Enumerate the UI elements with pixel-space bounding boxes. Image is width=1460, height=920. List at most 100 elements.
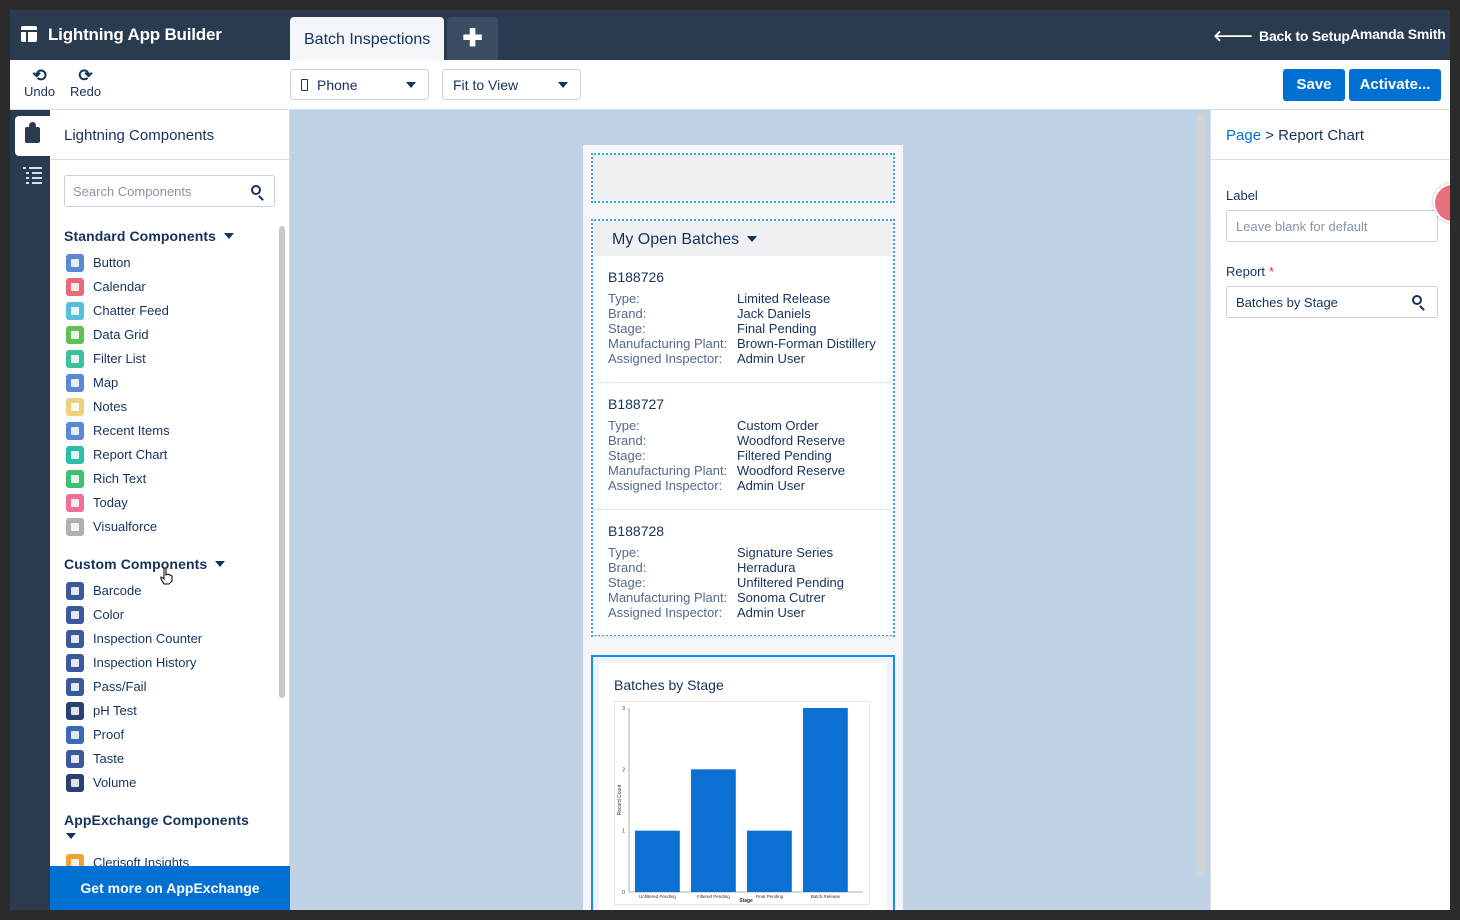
field-label: Manufacturing Plant: <box>608 590 728 605</box>
component-icon <box>66 750 84 768</box>
field-label: Assigned Inspector: <box>608 605 723 620</box>
chevron-down-icon <box>747 236 758 242</box>
field-value: Woodford Reserve <box>737 433 846 448</box>
canvas-scrollbar[interactable] <box>1197 114 1205 876</box>
redo-icon: ⟳ <box>78 66 93 85</box>
hand-cursor-icon <box>160 567 173 585</box>
component-label: Calendar <box>93 279 146 294</box>
chart-bar <box>635 830 680 892</box>
field-label: Type: <box>608 418 640 433</box>
field-label: Stage: <box>608 321 646 336</box>
report-lookup-input[interactable]: Batches by Stage <box>1226 286 1438 318</box>
report-chart-component[interactable]: Batches by Stage 0 1 2 3 Unfiltered Pending F… <box>591 655 895 910</box>
label-input[interactable]: Leave blank for default <box>1226 210 1438 242</box>
y-tick-label: 0 <box>622 890 625 896</box>
components-scrollbar[interactable] <box>279 226 285 698</box>
field-label: Brand: <box>608 306 647 321</box>
standard-components-header[interactable]: Standard Components <box>64 228 235 244</box>
redo-button[interactable]: ⟳ Redo <box>70 66 101 99</box>
x-tick-label: Unfiltered Pending <box>639 894 677 899</box>
tab-batch-inspections[interactable]: Batch Inspections <box>290 17 444 60</box>
batch-id: B188728 <box>608 523 665 539</box>
field-label: Manufacturing Plant: <box>608 336 728 351</box>
field-value: Signature Series <box>737 545 834 560</box>
component-label: Visualforce <box>93 519 158 534</box>
device-select[interactable]: Phone <box>290 69 429 100</box>
get-more-appexchange-button[interactable]: Get more on AppExchange <box>50 866 290 910</box>
activate-button[interactable]: Activate... <box>1349 69 1441 101</box>
breadcrumb-separator: > <box>1265 127 1274 144</box>
user-menu[interactable]: Amanda Smith <box>1350 26 1446 42</box>
component-label: Color <box>93 607 125 622</box>
search-icon[interactable] <box>1412 295 1422 305</box>
back-arrow-icon: 🡐 <box>1213 28 1254 45</box>
toolbar: ⟲ Undo ⟳ Redo Phone Fit to View Save Act… <box>10 60 1450 110</box>
app-window: Lightning App Builder Batch Inspections … <box>10 10 1450 910</box>
field-label: Stage: <box>608 448 646 463</box>
field-value: Limited Release <box>737 291 831 306</box>
component-icon <box>66 422 84 440</box>
left-icon-strip <box>10 110 50 910</box>
component-icon <box>66 470 84 488</box>
component-icon <box>66 494 84 512</box>
report-input-value: Batches by Stage <box>1236 295 1338 310</box>
component-label: Volume <box>93 775 137 790</box>
appexchange-components-header[interactable]: AppExchange Components <box>64 812 249 844</box>
breadcrumb: Page > Report Chart <box>1226 127 1364 144</box>
components-tab[interactable] <box>15 116 50 156</box>
field-value: Filtered Pending <box>737 448 832 463</box>
y-tick-label: 3 <box>622 706 625 712</box>
component-icon <box>66 630 84 648</box>
x-tick-label: Batch Release <box>811 894 841 899</box>
search-icon[interactable] <box>251 185 261 195</box>
chevron-down-icon <box>406 82 416 88</box>
undo-button[interactable]: ⟲ Undo <box>24 67 56 99</box>
undo-label: Undo <box>24 84 56 99</box>
component-label: Proof <box>93 727 125 742</box>
search-input[interactable]: Search Components <box>64 175 275 207</box>
custom-components-title: Custom Components <box>64 556 208 572</box>
component-icon <box>66 302 84 320</box>
field-label: Type: <box>608 291 640 306</box>
phone-icon <box>301 79 308 91</box>
component-icon <box>66 774 84 792</box>
phone-preview: My Open Batches B188726 Type: Limited Rele… <box>583 145 903 910</box>
component-label: Chatter Feed <box>93 303 169 318</box>
field-label: Assigned Inspector: <box>608 351 723 366</box>
empty-drop-zone[interactable] <box>591 153 895 203</box>
component-label: Taste <box>93 751 125 766</box>
my-open-batches-component[interactable]: My Open Batches B188726 Type: Limited Rele… <box>591 219 895 637</box>
component-label: Data Grid <box>93 327 149 342</box>
component-icon <box>66 446 84 464</box>
app-title: Lightning App Builder <box>48 25 222 44</box>
batch-record[interactable]: B188726 Type: Limited Release Brand: Jack Da… <box>593 256 893 383</box>
breadcrumb-current: Report Chart <box>1278 127 1365 144</box>
breadcrumb-page-link[interactable]: Page <box>1226 127 1261 144</box>
field-value: Admin User <box>737 478 805 493</box>
batch-record[interactable]: B188727 Type: Custom Order Brand: Woodford R… <box>593 383 893 510</box>
chart-card: Batches by Stage 0 1 2 3 Unfiltered Pending F… <box>599 663 887 910</box>
appexchange-components-title: AppExchange Components <box>64 812 249 828</box>
field-value: Admin User <box>737 605 805 620</box>
component-label: Report Chart <box>93 447 168 462</box>
back-to-setup-link[interactable]: 🡐 Back to Setup <box>1213 26 1350 45</box>
field-label: Manufacturing Plant: <box>608 463 728 478</box>
component-label: Pass/Fail <box>93 679 147 694</box>
field-label: Brand: <box>608 560 647 575</box>
save-button[interactable]: Save <box>1283 69 1345 101</box>
component-icon <box>66 278 84 296</box>
add-tab-button[interactable]: ✚ <box>447 17 498 60</box>
component-icon <box>66 518 84 536</box>
outline-list-icon[interactable] <box>23 166 43 184</box>
component-label: Today <box>93 495 128 510</box>
component-label: Filter List <box>93 351 146 366</box>
field-label: Type: <box>608 545 640 560</box>
zoom-select[interactable]: Fit to View <box>442 69 581 100</box>
custom-components-header[interactable]: Custom Components <box>64 556 226 572</box>
component-icon <box>66 582 84 600</box>
component-label: Rich Text <box>93 471 147 486</box>
x-tick-label: Final Pending <box>756 894 784 899</box>
puzzle-icon <box>25 122 40 143</box>
list-title[interactable]: My Open Batches <box>612 231 758 249</box>
batch-record[interactable]: B188728 Type: Signature Series Brand: Herrad… <box>593 510 893 637</box>
